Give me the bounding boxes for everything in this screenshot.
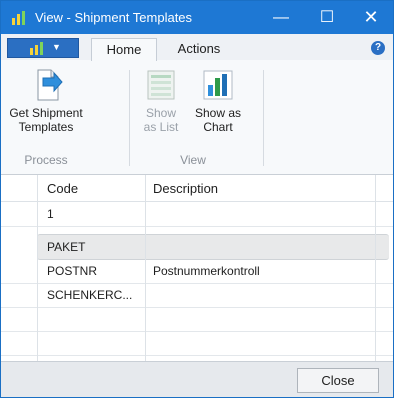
group-label-process: Process xyxy=(24,153,68,167)
list-icon xyxy=(147,70,175,100)
ribbon-home-panel: Get Shipment Templates Show as List Show… xyxy=(1,60,393,175)
cell-code: SCHENKERC... xyxy=(47,288,133,302)
templates-grid: Code Description 1 PAKET POSTNR Postnumm… xyxy=(1,175,393,361)
close-window-button[interactable]: ✕ xyxy=(349,1,393,34)
table-row[interactable] xyxy=(1,307,393,332)
minimize-button[interactable]: — xyxy=(259,1,303,34)
show-as-list-label-2: as List xyxy=(143,120,179,134)
group-label-view: View xyxy=(180,153,206,167)
help-icon[interactable]: ? xyxy=(371,41,385,55)
table-row[interactable] xyxy=(1,331,393,356)
dialog-footer: Close xyxy=(1,361,393,397)
title-bar[interactable]: View - Shipment Templates — ☐ ✕ xyxy=(1,1,393,34)
grid-column-divider xyxy=(37,175,38,361)
get-shipment-templates-label-1: Get Shipment xyxy=(9,106,83,120)
window-title: View - Shipment Templates xyxy=(35,10,193,25)
get-shipment-templates-label-2: Templates xyxy=(18,120,74,134)
grid-column-divider xyxy=(145,175,146,361)
get-shipment-templates-button[interactable]: Get Shipment Templates xyxy=(9,68,83,134)
show-as-chart-label-1: Show as xyxy=(194,106,242,120)
chevron-down-icon: ▼ xyxy=(52,42,61,52)
group-separator xyxy=(263,70,264,166)
cell-code: POSTNR xyxy=(47,264,98,278)
grid-header: Code Description xyxy=(1,175,393,202)
table-row[interactable]: SCHENKERC... xyxy=(1,283,393,308)
app-logo-icon xyxy=(12,11,25,25)
cell-code: 1 xyxy=(47,207,54,221)
grid-column-divider xyxy=(375,175,376,361)
tab-home[interactable]: Home xyxy=(91,38,157,61)
show-as-chart-button[interactable]: Show as Chart xyxy=(191,68,245,134)
column-header-description[interactable]: Description xyxy=(153,181,218,196)
close-button[interactable]: Close xyxy=(297,368,379,393)
show-as-list-label-1: Show xyxy=(145,106,177,120)
app-logo-icon xyxy=(30,42,43,55)
cell-code: PAKET xyxy=(47,240,86,254)
ribbon-tab-row: ▼ Home Actions ? xyxy=(1,34,393,61)
import-document-icon xyxy=(37,69,63,101)
cell-description: Postnummerkontroll xyxy=(153,264,260,278)
column-header-code[interactable]: Code xyxy=(47,181,78,196)
tab-actions[interactable]: Actions xyxy=(167,38,231,60)
shipment-templates-window: View - Shipment Templates — ☐ ✕ ▼ Home A… xyxy=(0,0,394,398)
chart-icon xyxy=(203,70,233,100)
show-as-list-button[interactable]: Show as List xyxy=(139,68,183,134)
application-menu-button[interactable]: ▼ xyxy=(7,38,79,58)
table-row[interactable]: POSTNR Postnummerkontroll xyxy=(1,259,393,284)
table-row[interactable]: 1 xyxy=(1,202,393,227)
table-row-selected[interactable]: PAKET xyxy=(37,234,389,260)
group-separator xyxy=(129,70,130,166)
maximize-button[interactable]: ☐ xyxy=(305,1,349,34)
show-as-chart-label-2: Chart xyxy=(203,120,233,134)
